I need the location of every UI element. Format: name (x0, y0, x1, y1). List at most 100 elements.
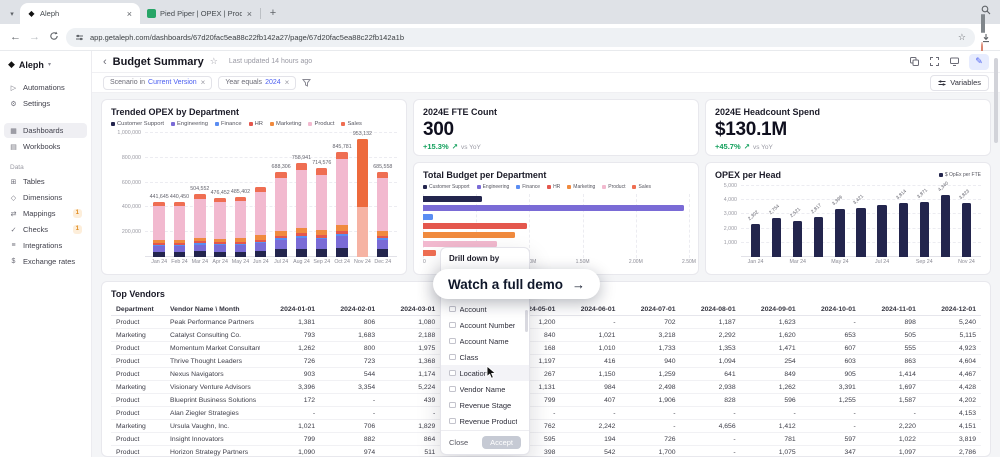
stacked-bar-dec-24[interactable] (377, 172, 388, 257)
checkbox-icon[interactable] (449, 386, 456, 393)
bar-jun-24[interactable] (856, 208, 865, 257)
refresh-icon[interactable] (47, 31, 60, 44)
sidebar-item-exchange-rates[interactable]: $Exchange rates (4, 254, 87, 269)
stacked-bar-jan-24[interactable] (153, 202, 164, 257)
sidebar-item-settings[interactable]: ⚙Settings (4, 96, 87, 111)
column-header[interactable]: 2024-03-01 (380, 303, 440, 316)
table-row[interactable]: ProductThrive Thought Leaders7267231,368… (111, 355, 981, 368)
back-icon[interactable]: ← (9, 32, 22, 43)
stacked-bar-sep-24[interactable] (316, 168, 327, 257)
bar-apr-24[interactable] (814, 217, 823, 257)
bar-oct-24[interactable] (941, 195, 950, 257)
sidebar-item-workbooks[interactable]: ▤Workbooks (4, 139, 87, 154)
table-row[interactable]: MarketingCatalyst Consulting Co.7931,683… (111, 329, 981, 342)
bar-feb-24[interactable] (772, 218, 781, 257)
bar-jul-24[interactable] (877, 205, 886, 257)
scrollbar-thumb[interactable] (525, 310, 528, 332)
watch-demo-button[interactable]: Watch a full demo → (433, 269, 600, 299)
column-header[interactable]: 2024-08-01 (681, 303, 741, 316)
bar-aug-24[interactable] (899, 203, 908, 257)
sidebar-item-checks[interactable]: ✓Checks1 (4, 222, 87, 237)
filter-chip[interactable]: Scenario in Current Version× (103, 76, 212, 90)
column-header[interactable]: 2024-11-01 (861, 303, 921, 316)
h-bar-engineering[interactable] (423, 205, 684, 211)
column-header[interactable]: 2024-07-01 (620, 303, 680, 316)
drilldown-option-account-name[interactable]: Account Name (441, 333, 529, 349)
zoom-icon[interactable] (981, 5, 991, 15)
h-bar-finance[interactable] (423, 214, 433, 220)
bar-sep-24[interactable] (920, 202, 929, 257)
checkbox-icon[interactable] (449, 402, 456, 409)
drilldown-option-vendor-name[interactable]: Vendor Name (441, 381, 529, 397)
column-header[interactable]: 2024-12-01 (921, 303, 981, 316)
stacked-bar-jun-24[interactable] (255, 187, 266, 257)
back-chevron-icon[interactable]: ‹ (103, 56, 107, 68)
h-bar-sales[interactable] (423, 250, 436, 256)
close-icon[interactable]: × (126, 9, 133, 19)
stacked-bar-aug-24[interactable] (296, 163, 307, 257)
table-row[interactable]: ProductInsight Innovators799882864595194… (111, 433, 981, 446)
h-bar-customer-support[interactable] (423, 196, 482, 202)
column-header[interactable]: 2024-09-01 (741, 303, 801, 316)
column-header[interactable]: 2024-10-01 (801, 303, 861, 316)
drilldown-option-revenue-stage[interactable]: Revenue Stage (441, 397, 529, 413)
table-row[interactable]: ProductNexus Navigators9035441,1742671,1… (111, 368, 981, 381)
sidebar-item-mappings[interactable]: ⇄Mappings1 (4, 206, 87, 221)
bar-nov-24[interactable] (962, 203, 971, 257)
checkbox-icon[interactable] (449, 354, 456, 361)
h-bar-hr[interactable] (423, 223, 527, 229)
column-header[interactable]: 2024-01-01 (260, 303, 320, 316)
sidebar-item-tables[interactable]: ⊞Tables (4, 174, 87, 189)
column-header[interactable]: 2024-02-01 (320, 303, 380, 316)
checkbox-icon[interactable] (449, 306, 456, 313)
new-tab-button[interactable]: + (265, 5, 281, 21)
accept-button[interactable]: Accept (482, 436, 521, 449)
site-info-icon[interactable] (75, 33, 84, 42)
download-icon[interactable] (981, 33, 991, 43)
table-row[interactable]: ProductPeak Performance Partners1,381806… (111, 316, 981, 329)
stacked-bar-oct-24[interactable] (336, 152, 347, 257)
drilldown-option-class[interactable]: Class (441, 349, 529, 365)
sidebar-item-dashboards[interactable]: ▦Dashboards (4, 123, 87, 138)
filter-chip[interactable]: Year equals 2024× (218, 76, 296, 90)
column-header[interactable]: 2024-06-01 (560, 303, 620, 316)
tab-search-chevron-icon[interactable]: ▾ (4, 4, 20, 24)
browser-tab-pied-piper[interactable]: Pied Piper | OPEX | Product - G... × (140, 3, 260, 24)
drilldown-option-revenue-product[interactable]: Revenue Product (441, 413, 529, 429)
sidebar-item-dimensions[interactable]: ◇Dimensions (4, 190, 87, 205)
stacked-bar-feb-24[interactable] (174, 202, 185, 257)
close-icon[interactable]: × (285, 78, 290, 87)
variables-button[interactable]: Variables (930, 75, 989, 91)
bookmark-star-icon[interactable]: ☆ (958, 33, 966, 42)
scrollbar-thumb[interactable] (994, 58, 998, 143)
edit-button[interactable]: ✎ (969, 54, 989, 70)
table-row[interactable]: ProductMomentum Market Consultants1,2628… (111, 342, 981, 355)
expand-icon[interactable] (929, 56, 940, 67)
close-icon[interactable]: × (246, 9, 253, 19)
copy-icon[interactable] (909, 56, 920, 67)
forward-icon[interactable]: → (28, 32, 41, 43)
table-row[interactable]: ProductHorizon Strategy Partners1,090974… (111, 446, 981, 457)
close-icon[interactable]: × (201, 78, 206, 87)
drilldown-option-account[interactable]: Account (441, 301, 529, 317)
add-filter-funnel-icon[interactable] (302, 78, 311, 87)
stacked-bar-jul-24[interactable] (275, 172, 286, 257)
column-header[interactable]: Vendor Name \ Month (165, 303, 260, 316)
checkbox-icon[interactable] (449, 370, 456, 377)
close-button[interactable]: Close (449, 438, 468, 447)
stacked-bar-may-24[interactable] (235, 197, 246, 257)
workspace-switcher[interactable]: ◆ Aleph ▾ (0, 56, 91, 79)
column-header[interactable]: Department (111, 303, 165, 316)
drilldown-option-location[interactable]: Location (441, 365, 529, 381)
page-scrollbar[interactable] (994, 54, 999, 455)
bar-may-24[interactable] (835, 209, 844, 257)
drilldown-option-account-number[interactable]: Account Number (441, 317, 529, 333)
table-row[interactable]: ProductBlueprint Business Solutions172-4… (111, 394, 981, 407)
checkbox-icon[interactable] (449, 418, 456, 425)
checkbox-icon[interactable] (449, 322, 456, 329)
table-row[interactable]: ProductAlan Ziegler Strategies----------… (111, 407, 981, 420)
stacked-bar-nov-24[interactable] (357, 139, 368, 257)
stacked-bar-apr-24[interactable] (214, 198, 225, 257)
present-icon[interactable] (949, 56, 960, 67)
bar-mar-24[interactable] (793, 221, 802, 257)
